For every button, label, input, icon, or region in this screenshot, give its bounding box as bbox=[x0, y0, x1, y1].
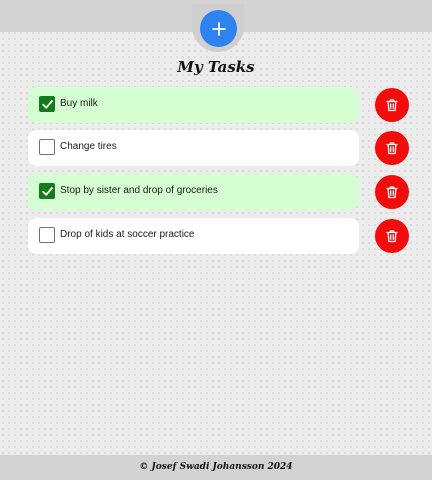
trash-icon bbox=[386, 230, 398, 243]
trash-icon bbox=[386, 99, 398, 112]
delete-task-button[interactable] bbox=[375, 219, 409, 253]
checkmark-icon bbox=[42, 187, 53, 196]
task-label: Drop of kids at soccer practice bbox=[60, 229, 195, 240]
task-label: Change tires bbox=[60, 141, 117, 152]
trash-icon bbox=[386, 142, 398, 155]
task-checkbox[interactable] bbox=[39, 227, 55, 243]
checkmark-icon bbox=[42, 100, 53, 109]
task-checkbox[interactable] bbox=[39, 183, 55, 199]
page-title: My Tasks bbox=[177, 58, 255, 76]
plus-icon bbox=[211, 21, 226, 36]
task-label: Stop by sister and drop of groceries bbox=[60, 185, 218, 196]
task-row: Stop by sister and drop of groceries bbox=[28, 174, 359, 210]
delete-task-button[interactable] bbox=[375, 88, 409, 122]
task-row: Buy milk bbox=[28, 87, 359, 123]
trash-icon bbox=[386, 186, 398, 199]
task-row: Change tires bbox=[28, 130, 359, 166]
task-row: Drop of kids at soccer practice bbox=[28, 218, 359, 254]
delete-task-button[interactable] bbox=[375, 175, 409, 209]
task-label: Buy milk bbox=[60, 98, 98, 109]
task-checkbox[interactable] bbox=[39, 139, 55, 155]
footer: © Josef Swadi Johansson 2024 bbox=[0, 455, 432, 480]
delete-task-button[interactable] bbox=[375, 131, 409, 165]
footer-copyright: © Josef Swadi Johansson 2024 bbox=[139, 462, 293, 472]
add-task-button[interactable] bbox=[200, 10, 237, 47]
task-checkbox[interactable] bbox=[39, 96, 55, 112]
